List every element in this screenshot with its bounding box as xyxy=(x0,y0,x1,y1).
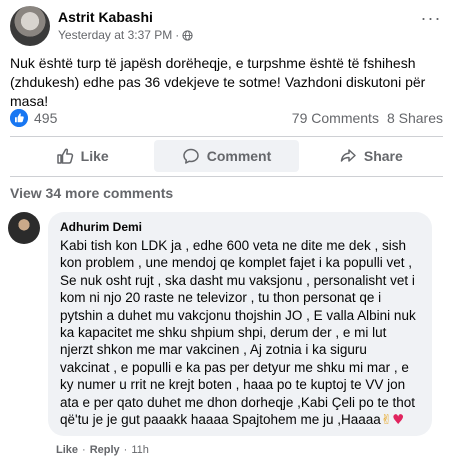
post-stats: 495 79 Comments 8 Shares xyxy=(10,108,443,128)
comment-reply-link[interactable]: Reply xyxy=(90,444,120,456)
post-header: Astrit Kabashi Yesterday at 3:37 PM · ··… xyxy=(10,6,443,46)
share-button-label: Share xyxy=(363,148,403,164)
comment-actions-dot-2: · xyxy=(123,444,128,456)
comment-actions-dot-1: · xyxy=(82,444,86,456)
reaction-count[interactable]: 495 xyxy=(34,110,57,126)
post-options-button[interactable]: ··· xyxy=(419,9,443,30)
comment-body: Kabi tish kon LDK ja , edhe 600 veta ne … xyxy=(60,238,416,428)
post-timestamp[interactable]: Yesterday at 3:37 PM xyxy=(58,28,172,42)
divider-top xyxy=(10,136,443,137)
comment-like-link[interactable]: Like xyxy=(56,444,78,456)
comment-bubble-icon xyxy=(182,148,199,164)
shares-count[interactable]: 8 Shares xyxy=(387,110,443,126)
comments-count[interactable]: 79 Comments xyxy=(292,110,379,126)
commenter-avatar[interactable] xyxy=(8,212,40,244)
post-meta: Yesterday at 3:37 PM · xyxy=(58,28,193,42)
comment-time[interactable]: 11h xyxy=(131,444,149,456)
share-button[interactable]: Share xyxy=(299,140,443,172)
like-button-label: Like xyxy=(80,148,109,164)
heart-emoji: ♥ xyxy=(392,412,405,429)
meta-separator: · xyxy=(175,28,180,42)
globe-icon[interactable] xyxy=(182,29,193,41)
comment-actions: Like · Reply · 11h xyxy=(56,444,149,456)
comment-bubble: Adhurim Demi Kabi tish kon LDK ja , edhe… xyxy=(48,212,432,436)
comment-button-label: Comment xyxy=(206,148,272,164)
post-author-name[interactable]: Astrit Kabashi xyxy=(58,9,153,25)
share-arrow-icon xyxy=(340,149,356,162)
post-actions: Like Comment Share xyxy=(10,140,443,172)
author-avatar[interactable] xyxy=(10,6,50,46)
comment-text: Kabi tish kon LDK ja , edhe 600 veta ne … xyxy=(60,237,420,429)
divider-bottom xyxy=(10,176,443,177)
post-text: Nuk është turp të japësh dorëheqje, e tu… xyxy=(10,55,426,109)
like-button[interactable]: Like xyxy=(10,140,154,172)
thumbs-up-icon xyxy=(56,148,73,164)
stats-right: 79 Comments 8 Shares xyxy=(292,110,443,126)
comment-button[interactable]: Comment xyxy=(154,140,299,172)
view-more-comments-link[interactable]: View 34 more comments xyxy=(10,185,173,201)
like-reaction-icon[interactable] xyxy=(10,109,28,127)
victory-hand-emoji: ✌ xyxy=(380,412,393,429)
commenter-name[interactable]: Adhurim Demi xyxy=(60,219,420,235)
